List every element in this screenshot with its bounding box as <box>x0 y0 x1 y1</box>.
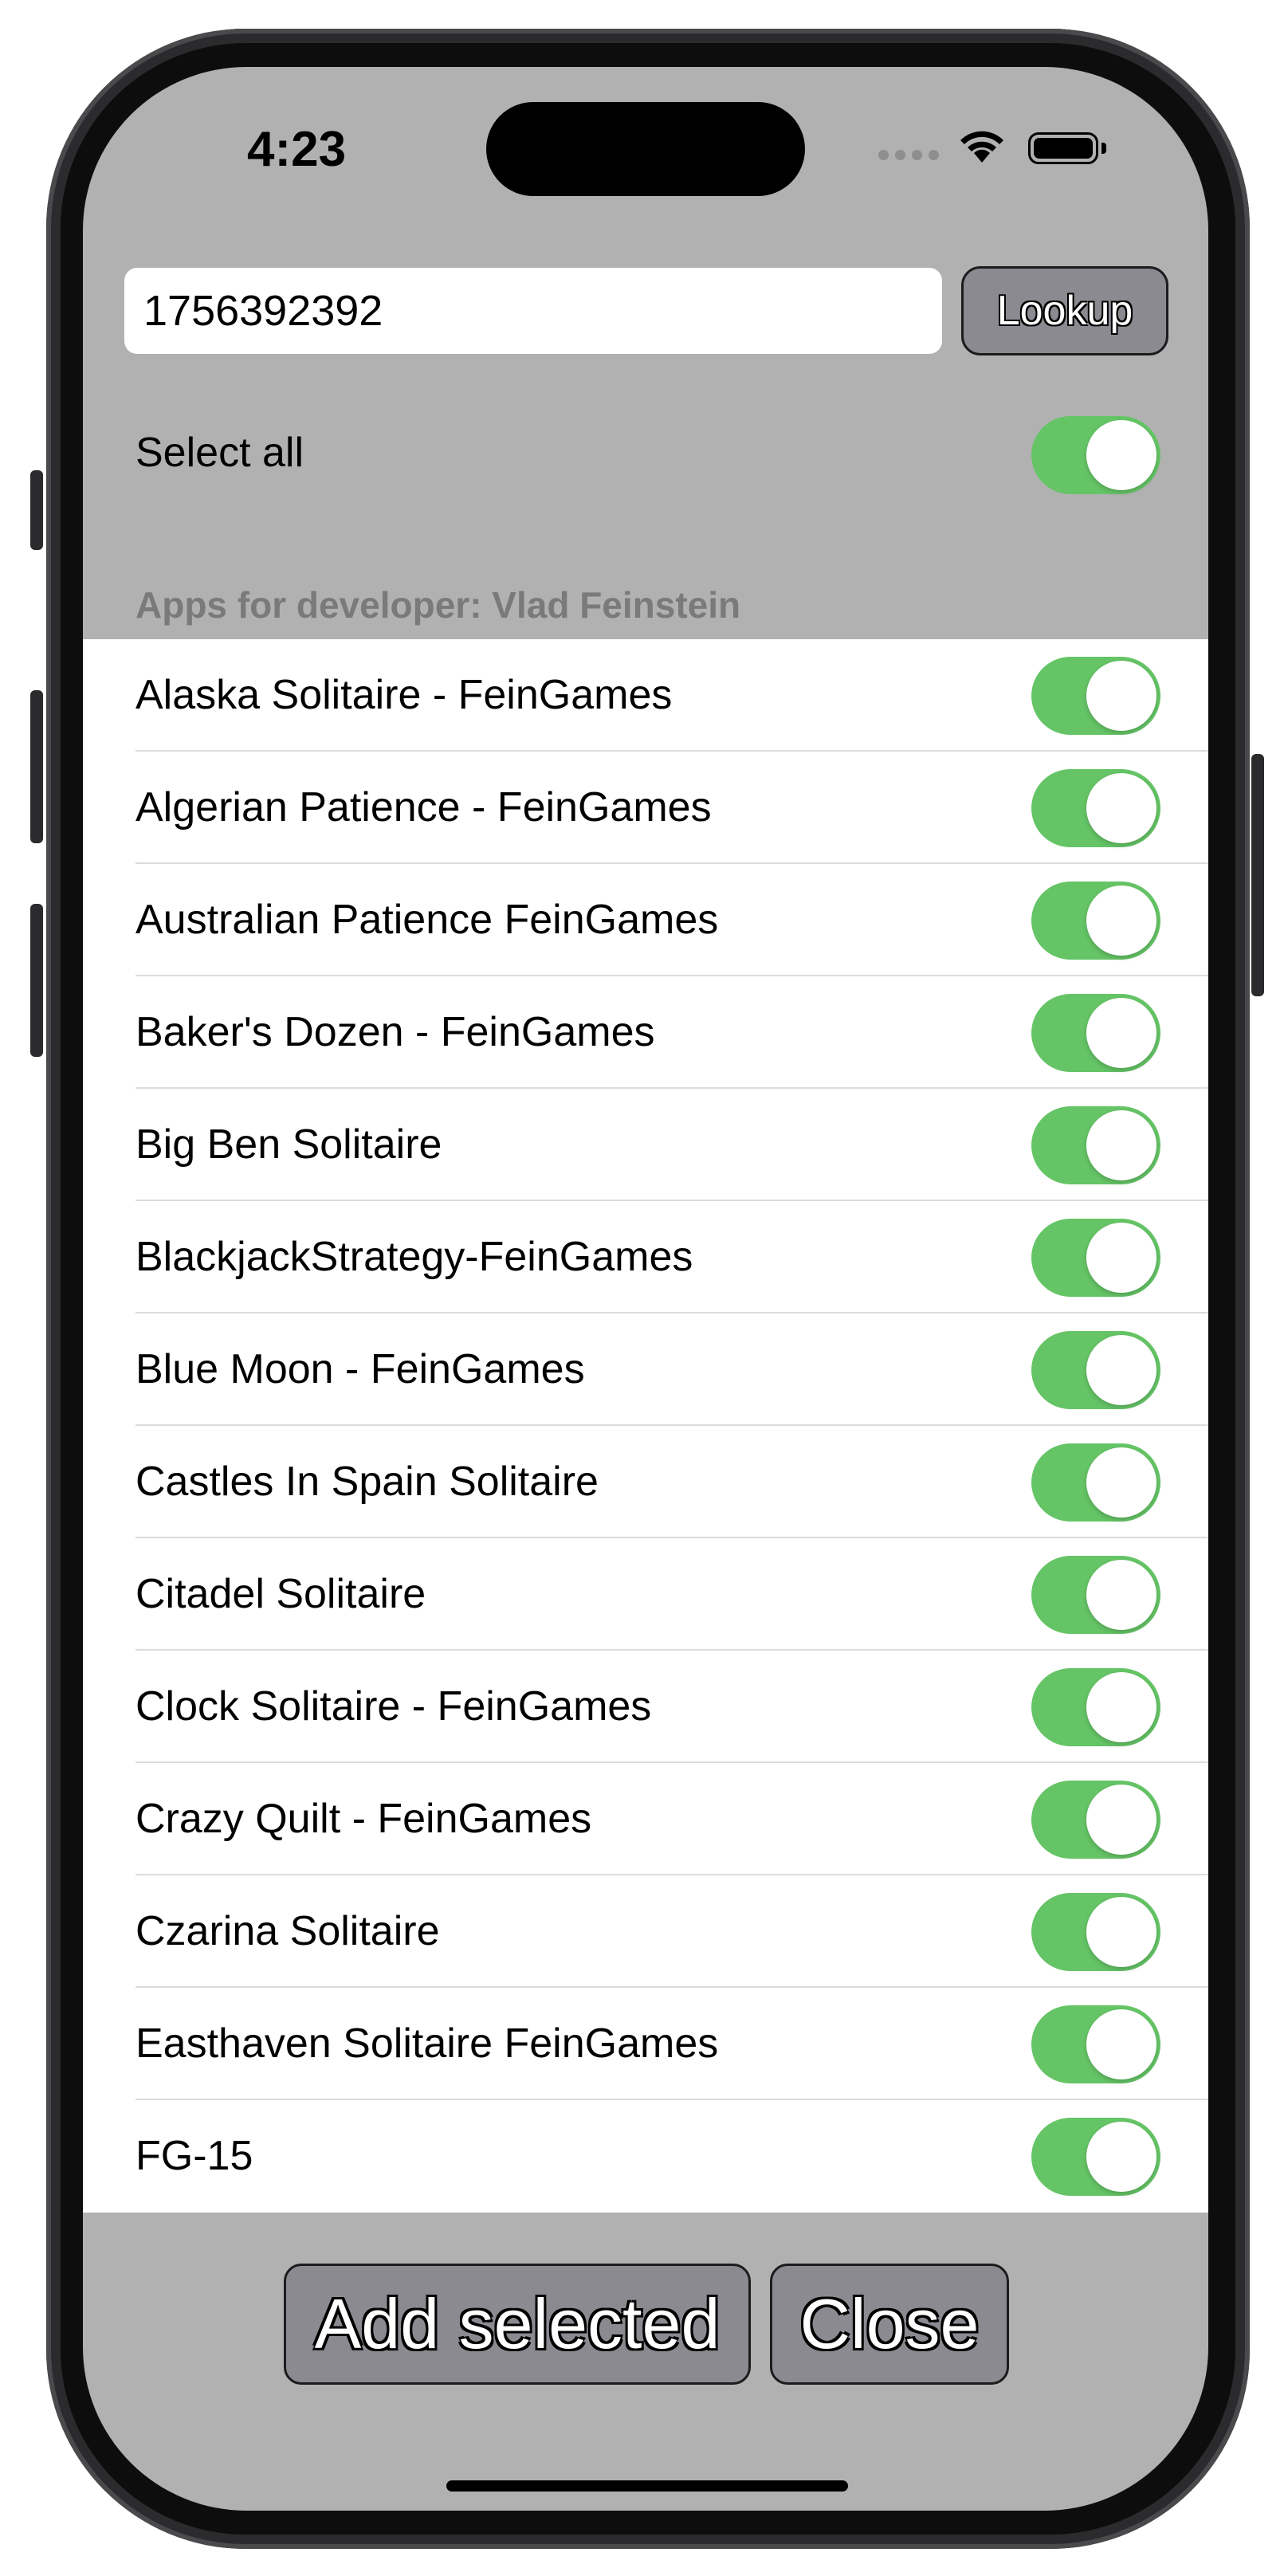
volume-up-button <box>30 690 43 843</box>
app-name: Australian Patience FeinGames <box>135 897 719 943</box>
screen: 4:23 Lookup Select all Apps for develope… <box>83 67 1208 2511</box>
list-item: Citadel Solitaire <box>83 1538 1208 1651</box>
app-name: Castles In Spain Solitaire <box>135 1459 599 1505</box>
apps-list: Alaska Solitaire - FeinGames Algerian Pa… <box>83 639 1208 2213</box>
app-name: FG-15 <box>135 2133 253 2179</box>
app-toggle[interactable] <box>1031 1443 1160 1522</box>
developer-id-input[interactable] <box>124 268 942 354</box>
list-item: Big Ben Solitaire <box>83 1089 1208 1201</box>
action-button <box>30 470 43 550</box>
power-button <box>1251 754 1264 996</box>
list-item: Algerian Patience - FeinGames <box>83 752 1208 864</box>
battery-icon <box>1028 132 1098 164</box>
list-item: Czarina Solitaire <box>83 1875 1208 1988</box>
dynamic-island <box>486 102 805 196</box>
app-name: Crazy Quilt - FeinGames <box>135 1796 592 1842</box>
app-toggle[interactable] <box>1031 657 1160 735</box>
select-all-toggle[interactable] <box>1031 416 1160 494</box>
app-toggle[interactable] <box>1031 882 1160 960</box>
signal-dots-icon <box>878 150 939 160</box>
list-item: Crazy Quilt - FeinGames <box>83 1763 1208 1875</box>
home-indicator[interactable] <box>446 2480 848 2492</box>
app-name: Big Ben Solitaire <box>135 1121 442 1168</box>
app-toggle[interactable] <box>1031 1219 1160 1297</box>
app-toggle[interactable] <box>1031 2118 1160 2196</box>
app-toggle[interactable] <box>1031 1781 1160 1859</box>
app-toggle[interactable] <box>1031 1556 1160 1634</box>
list-item: Easthaven Solitaire FeinGames <box>83 1988 1208 2100</box>
app-toggle[interactable] <box>1031 1668 1160 1746</box>
list-item: FG-15 <box>83 2100 1208 2213</box>
list-item: Baker's Dozen - FeinGames <box>83 976 1208 1089</box>
app-name: Alaska Solitaire - FeinGames <box>135 672 673 718</box>
close-button[interactable]: Close <box>770 2264 1009 2385</box>
app-toggle[interactable] <box>1031 994 1160 1072</box>
app-name: Algerian Patience - FeinGames <box>135 784 712 831</box>
app-name: Clock Solitaire - FeinGames <box>135 1683 652 1730</box>
wifi-icon <box>960 131 1003 163</box>
app-toggle[interactable] <box>1031 1893 1160 1971</box>
list-item: Australian Patience FeinGames <box>83 864 1208 976</box>
list-item: BlackjackStrategy-FeinGames <box>83 1201 1208 1314</box>
list-item: Clock Solitaire - FeinGames <box>83 1651 1208 1763</box>
app-name: Czarina Solitaire <box>135 1908 440 1954</box>
app-toggle[interactable] <box>1031 1331 1160 1409</box>
app-toggle[interactable] <box>1031 1106 1160 1184</box>
volume-down-button <box>30 904 43 1057</box>
select-all-label: Select all <box>135 430 304 476</box>
app-name: Baker's Dozen - FeinGames <box>135 1009 655 1055</box>
app-name: Citadel Solitaire <box>135 1571 426 1617</box>
app-name: Blue Moon - FeinGames <box>135 1346 585 1392</box>
app-toggle[interactable] <box>1031 769 1160 847</box>
list-item: Castles In Spain Solitaire <box>83 1426 1208 1538</box>
app-name: BlackjackStrategy-FeinGames <box>135 1234 693 1280</box>
battery-tip <box>1101 143 1106 154</box>
list-item: Blue Moon - FeinGames <box>83 1314 1208 1426</box>
app-toggle[interactable] <box>1031 2005 1160 2083</box>
status-time: 4:23 <box>247 122 347 177</box>
add-selected-button[interactable]: Add selected <box>284 2264 751 2385</box>
app-name: Easthaven Solitaire FeinGames <box>135 2020 719 2067</box>
list-item: Alaska Solitaire - FeinGames <box>83 639 1208 752</box>
section-header: Apps for developer: Vlad Feinstein <box>135 584 741 626</box>
lookup-button[interactable]: Lookup <box>961 266 1168 355</box>
